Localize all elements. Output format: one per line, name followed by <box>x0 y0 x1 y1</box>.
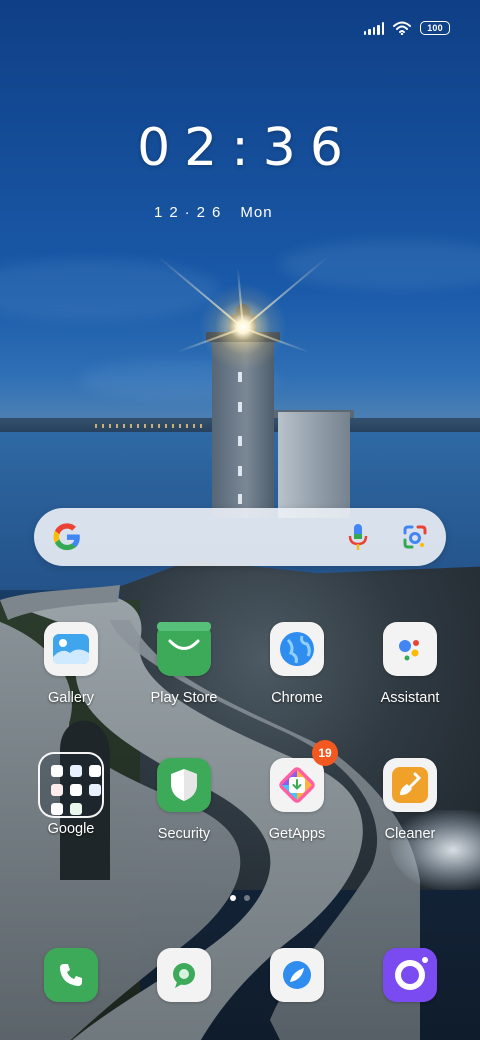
app-getapps[interactable]: 19 GetApps <box>242 740 352 842</box>
app-play-store[interactable]: Play Store <box>129 622 239 706</box>
lens-icon[interactable] <box>402 524 428 550</box>
folder-google[interactable]: Google <box>16 752 126 837</box>
gallery-icon <box>44 622 98 676</box>
assistant-icon <box>383 622 437 676</box>
page-dot <box>244 895 250 901</box>
play-store-icon <box>157 622 211 676</box>
dock-camera[interactable] <box>355 948 465 1002</box>
wifi-icon <box>393 21 411 35</box>
google-logo-icon <box>53 523 80 551</box>
page-indicator <box>0 895 480 901</box>
date-day-month: 12·26 <box>154 204 228 221</box>
battery-icon: 100 <box>420 21 450 35</box>
cleaner-icon <box>383 758 437 812</box>
app-label: Gallery <box>48 690 94 706</box>
app-label: Chrome <box>271 690 323 706</box>
app-label: Play Store <box>150 690 218 706</box>
app-assistant[interactable]: Assistant <box>355 622 465 706</box>
dock-phone[interactable] <box>16 948 126 1002</box>
chrome-icon <box>270 622 324 676</box>
app-label: Google <box>47 821 95 837</box>
app-label: Assistant <box>380 690 440 706</box>
messages-icon <box>157 948 211 1002</box>
google-search-bar[interactable] <box>34 508 446 566</box>
page-dot-active <box>230 895 236 901</box>
notification-badge: 19 <box>312 740 338 766</box>
camera-icon <box>383 948 437 1002</box>
status-bar: 100 <box>363 18 450 38</box>
app-chrome[interactable]: Chrome <box>242 622 352 706</box>
clock-time[interactable]: 02:36 <box>0 118 480 178</box>
getapps-icon: 19 <box>270 740 338 812</box>
dock-messages[interactable] <box>129 948 239 1002</box>
security-icon <box>157 758 211 812</box>
google-folder-icon <box>38 752 104 818</box>
app-cleaner[interactable]: Cleaner <box>355 758 465 842</box>
battery-level: 100 <box>427 23 443 33</box>
mic-icon[interactable] <box>346 522 370 552</box>
browser-icon <box>270 948 324 1002</box>
date-weekday: Mon <box>240 204 273 221</box>
signal-icon <box>363 21 384 35</box>
app-label: Cleaner <box>384 826 436 842</box>
phone-icon <box>44 948 98 1002</box>
clock-date[interactable]: 12·26 Mon <box>154 204 273 221</box>
app-label: GetApps <box>268 826 326 842</box>
dock-browser[interactable] <box>242 948 352 1002</box>
app-gallery[interactable]: Gallery <box>16 622 126 706</box>
app-security[interactable]: Security <box>129 758 239 842</box>
app-label: Security <box>157 826 211 842</box>
